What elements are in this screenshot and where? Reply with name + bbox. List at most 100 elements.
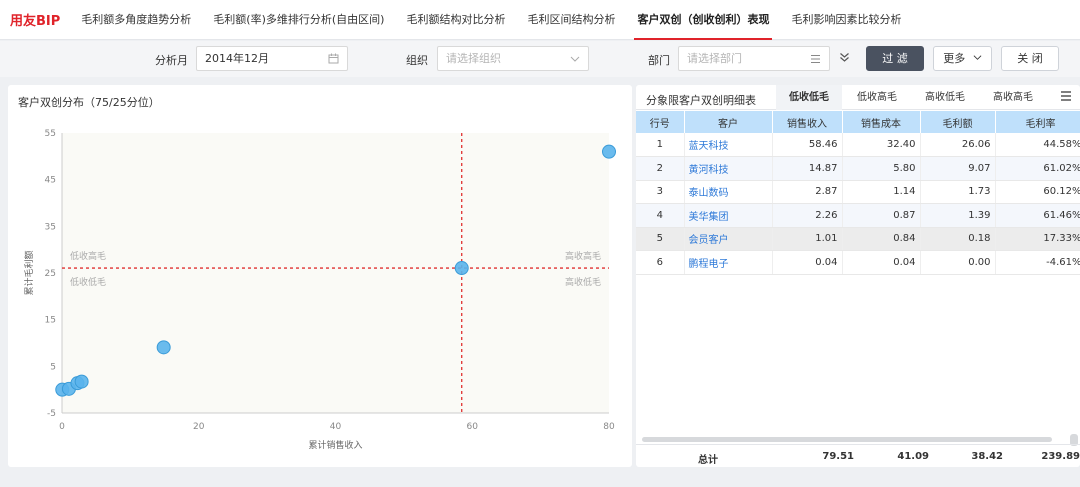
close-button[interactable]: 关 闭 bbox=[1001, 46, 1059, 71]
chevron-down-icon bbox=[570, 47, 580, 70]
tab-low-rev-low-margin[interactable]: 低收低毛 bbox=[776, 85, 842, 110]
dept-select[interactable]: 请选择部门 bbox=[678, 46, 830, 71]
tab-margin-trend[interactable]: 毛利额多角度趋势分析 bbox=[70, 0, 202, 40]
x-tick-label: 60 bbox=[467, 422, 479, 432]
y-tick-label: 55 bbox=[45, 129, 56, 139]
dept-placeholder: 请选择部门 bbox=[687, 52, 742, 65]
scatter-point bbox=[156, 340, 171, 355]
cell-customer-link[interactable]: 泰山数码 bbox=[684, 180, 773, 204]
tab-high-rev-low-margin[interactable]: 高收低毛 bbox=[912, 85, 978, 110]
detail-panel: 分象限客户双创明细表 低收低毛 低收高毛 高收低毛 高收高毛 行号 客户 销售收… bbox=[636, 85, 1080, 467]
cell-rowno: 2 bbox=[636, 156, 685, 181]
more-button[interactable]: 更多 bbox=[933, 46, 992, 71]
table-row[interactable]: 4 美华集团 2.26 0.87 1.39 61.46% bbox=[636, 203, 1080, 228]
cell-revenue: 2.26 bbox=[772, 203, 843, 228]
col-header-profit[interactable]: 毛利额 bbox=[920, 111, 996, 133]
month-label: 分析月 bbox=[155, 54, 188, 67]
tab-margin-structure[interactable]: 毛利额结构对比分析 bbox=[395, 0, 516, 40]
cell-rowno: 4 bbox=[636, 203, 685, 228]
totals-cost: 41.09 bbox=[897, 451, 929, 462]
cell-cost: 0.84 bbox=[842, 227, 921, 251]
org-select[interactable]: 请选择组织 bbox=[437, 46, 589, 71]
plot-area bbox=[62, 133, 609, 413]
menu-icon[interactable] bbox=[1060, 90, 1072, 106]
table-row[interactable]: 3 泰山数码 2.87 1.14 1.73 60.12% bbox=[636, 180, 1080, 204]
cell-revenue: 58.46 bbox=[772, 133, 843, 157]
tab-low-rev-high-margin[interactable]: 低收高毛 bbox=[844, 85, 910, 110]
tab-margin-ranking[interactable]: 毛利额(率)多维排行分析(自由区间) bbox=[202, 0, 395, 40]
chevron-down-icon bbox=[973, 55, 982, 60]
col-header-revenue[interactable]: 销售收入 bbox=[772, 111, 843, 133]
x-tick-label: 20 bbox=[193, 422, 205, 432]
cell-rowno: 6 bbox=[636, 250, 685, 275]
cell-rate: 17.33% bbox=[995, 227, 1080, 251]
cell-cost: 1.14 bbox=[842, 180, 921, 204]
x-tick-label: 40 bbox=[330, 422, 342, 432]
y-tick-label: -5 bbox=[47, 409, 56, 419]
cell-cost: 0.87 bbox=[842, 203, 921, 228]
list-icon bbox=[810, 47, 821, 70]
expand-chevrons-icon[interactable] bbox=[839, 52, 850, 66]
table-header-row: 行号 客户 销售收入 销售成本 毛利额 毛利率 bbox=[636, 111, 1080, 133]
y-tick-label: 15 bbox=[45, 316, 56, 326]
cell-customer-link[interactable]: 蓝天科技 bbox=[684, 133, 773, 157]
cell-customer-link[interactable]: 鹏程电子 bbox=[684, 250, 773, 275]
table-row-selected[interactable]: 5 会员客户 1.01 0.84 0.18 17.33% bbox=[636, 227, 1080, 251]
table-row[interactable]: 2 黄河科技 14.87 5.80 9.07 61.02% bbox=[636, 156, 1080, 181]
cell-rate: 44.58% bbox=[995, 133, 1080, 157]
scatter-panel: 客户双创分布（75/25分位） 0 20 40 60 80 -5 5 15 25 35 45 55 累计… bbox=[8, 85, 632, 467]
table-row[interactable]: 1 蓝天科技 58.46 32.40 26.06 44.58% bbox=[636, 133, 1080, 157]
cell-profit: 9.07 bbox=[920, 156, 996, 181]
y-tick-label: 45 bbox=[45, 176, 56, 186]
quadrant-label-top-right: 高收高毛 bbox=[565, 250, 601, 262]
horizontal-scrollbar[interactable] bbox=[642, 437, 1052, 442]
detail-table: 行号 客户 销售收入 销售成本 毛利额 毛利率 1 蓝天科技 58.46 32.… bbox=[636, 111, 1080, 275]
org-label: 组织 bbox=[406, 54, 428, 67]
month-value: 2014年12月 bbox=[205, 52, 269, 65]
cell-customer-link[interactable]: 会员客户 bbox=[684, 227, 773, 251]
y-tick-label: 35 bbox=[45, 222, 56, 232]
totals-row: 总计 79.51 41.09 38.42 239.89% bbox=[636, 444, 1080, 467]
y-axis-title: 累计毛利额 bbox=[23, 250, 35, 295]
month-picker[interactable]: 2014年12月 bbox=[196, 46, 348, 71]
cell-rate: 61.46% bbox=[995, 203, 1080, 228]
cell-customer-link[interactable]: 黄河科技 bbox=[684, 156, 773, 181]
cell-rate: 61.02% bbox=[995, 156, 1080, 181]
x-tick-label: 80 bbox=[603, 422, 615, 432]
x-axis-title: 累计销售收入 bbox=[308, 439, 362, 451]
cell-cost: 32.40 bbox=[842, 133, 921, 157]
scatter-point bbox=[74, 374, 89, 389]
scatter-point bbox=[454, 261, 469, 276]
cell-revenue: 14.87 bbox=[772, 156, 843, 181]
cell-rowno: 1 bbox=[636, 133, 685, 157]
calendar-icon bbox=[328, 47, 339, 70]
col-header-customer[interactable]: 客户 bbox=[684, 111, 773, 133]
totals-profit: 38.42 bbox=[971, 451, 1003, 462]
scatter-chart: 0 20 40 60 80 -5 5 15 25 35 45 55 累计销售收入 累计毛利额 低收高毛低收低… bbox=[23, 129, 616, 451]
table-row[interactable]: 6 鹏程电子 0.04 0.04 0.00 -4.61% bbox=[636, 250, 1080, 275]
cell-customer-link[interactable]: 美华集团 bbox=[684, 203, 773, 228]
filter-button[interactable]: 过 滤 bbox=[866, 46, 924, 71]
quadrant-label-top-left: 低收高毛 bbox=[70, 250, 106, 262]
tab-high-rev-high-margin[interactable]: 高收高毛 bbox=[980, 85, 1046, 110]
col-header-cost[interactable]: 销售成本 bbox=[842, 111, 921, 133]
totals-label: 总计 bbox=[698, 455, 718, 466]
cell-profit: 1.73 bbox=[920, 180, 996, 204]
detail-panel-title: 分象限客户双创明细表 bbox=[646, 94, 756, 107]
app-logo: 用友BIP bbox=[10, 14, 61, 29]
quadrant-label-bottom-left: 低收低毛 bbox=[70, 276, 106, 288]
col-header-rowno[interactable]: 行号 bbox=[636, 111, 685, 133]
cell-revenue: 0.04 bbox=[772, 250, 843, 275]
cell-cost: 0.04 bbox=[842, 250, 921, 275]
tab-margin-range[interactable]: 毛利区间结构分析 bbox=[516, 0, 626, 40]
scatter-point bbox=[602, 144, 616, 159]
detail-header: 分象限客户双创明细表 低收低毛 低收高毛 高收低毛 高收高毛 bbox=[636, 85, 1080, 110]
more-button-label: 更多 bbox=[943, 52, 966, 65]
y-tick-label: 25 bbox=[45, 269, 56, 279]
cell-rate: 60.12% bbox=[995, 180, 1080, 204]
cell-revenue: 1.01 bbox=[772, 227, 843, 251]
top-tab-bar: 用友BIP 毛利额多角度趋势分析 毛利额(率)多维排行分析(自由区间) 毛利额结… bbox=[0, 0, 1080, 40]
col-header-rate[interactable]: 毛利率 bbox=[995, 111, 1080, 133]
tab-margin-factors[interactable]: 毛利影响因素比较分析 bbox=[780, 0, 912, 40]
tab-customer-dual[interactable]: 客户双创（创收创利）表现 bbox=[626, 0, 780, 40]
